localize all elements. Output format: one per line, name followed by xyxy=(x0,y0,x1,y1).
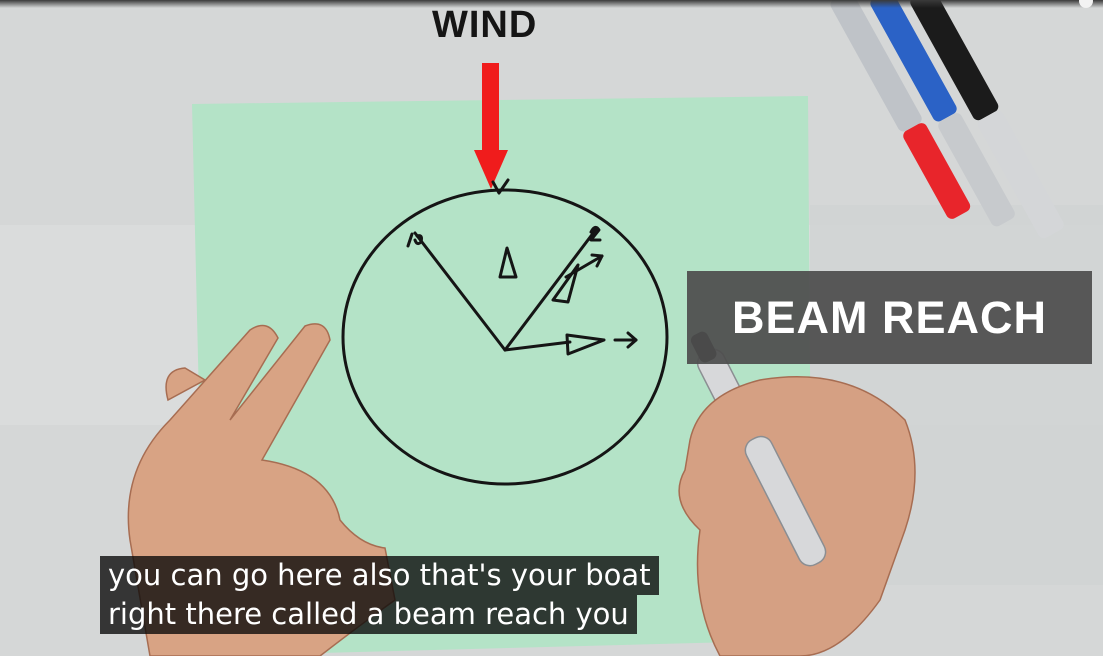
subtitle-captions: you can go here also that's your boat ri… xyxy=(100,556,659,634)
beam-reach-banner: BEAM REACH xyxy=(687,271,1092,364)
beam-reach-label: BEAM REACH xyxy=(731,291,1047,343)
wind-label: WIND xyxy=(432,4,538,46)
caption-line-1: you can go here also that's your boat xyxy=(100,556,659,595)
top-shadow-strip xyxy=(0,0,1103,8)
caption-line-2: right there called a beam reach you xyxy=(100,595,637,634)
